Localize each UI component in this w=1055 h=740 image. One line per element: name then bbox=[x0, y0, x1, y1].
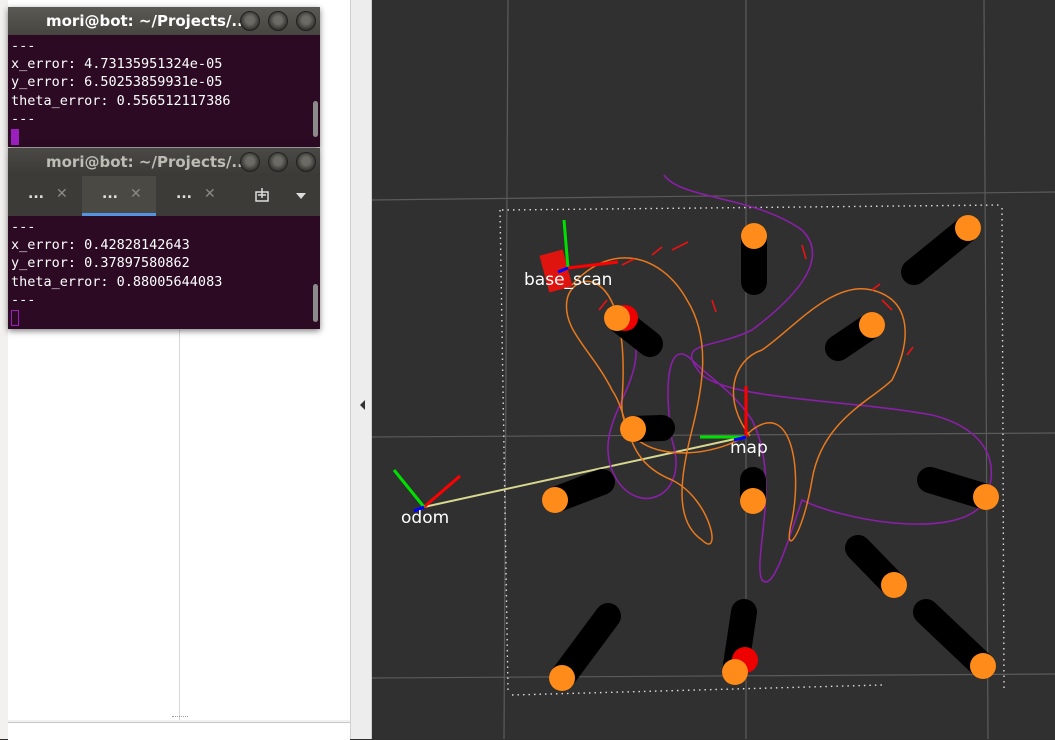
output-line: y_error: 0.37897580862 bbox=[11, 255, 190, 272]
base-scan-label: base_scan bbox=[524, 270, 613, 290]
terminal-2-titlebar[interactable]: mori@bot: ~/Projects/... bbox=[8, 148, 320, 176]
tab-close-icon[interactable]: ✕ bbox=[130, 186, 142, 202]
tab-label: ... bbox=[176, 186, 192, 202]
resize-grip[interactable] bbox=[172, 716, 188, 721]
terminal-tab[interactable]: ... ✕ bbox=[8, 176, 82, 216]
landmark bbox=[740, 467, 766, 514]
terminal-1-output[interactable]: --- x_error: 4.73135951324e-05 y_error: … bbox=[8, 35, 320, 146]
maximize-button[interactable] bbox=[268, 11, 288, 31]
terminal-cursor bbox=[11, 310, 19, 327]
terminal-tab-active[interactable]: ... ✕ bbox=[82, 176, 156, 216]
purple-trajectory bbox=[607, 174, 993, 583]
output-line: --- bbox=[11, 38, 36, 54]
output-line: theta_error: 0.556512117386 bbox=[11, 92, 231, 109]
terminal-scrollbar[interactable] bbox=[313, 101, 318, 137]
terminal-cursor bbox=[11, 129, 19, 146]
close-button[interactable] bbox=[296, 152, 316, 172]
odom-label: odom bbox=[401, 508, 450, 528]
close-button[interactable] bbox=[296, 11, 316, 31]
terminal-tab-bar: ... ✕ ... ✕ ... ✕ bbox=[8, 176, 320, 216]
output-line: --- bbox=[11, 219, 36, 235]
minimize-button[interactable] bbox=[240, 152, 260, 172]
landmark bbox=[542, 469, 615, 513]
terminal-window-1[interactable]: mori@bot: ~/Projects/... --- x_error: 4.… bbox=[8, 7, 320, 147]
map-frame bbox=[700, 386, 748, 442]
window-title: mori@bot: ~/Projects/... bbox=[46, 153, 249, 171]
column-divider bbox=[179, 330, 180, 720]
output-line: theta_error: 0.88005644083 bbox=[11, 273, 223, 290]
viewport-canvas bbox=[372, 0, 1055, 739]
landmark bbox=[901, 215, 981, 285]
terminal-scrollbar[interactable] bbox=[313, 284, 318, 322]
new-tab-icon[interactable] bbox=[254, 187, 270, 203]
chevron-down-icon[interactable] bbox=[296, 193, 306, 199]
terminal-2-output[interactable]: --- x_error: 0.42828142643 y_error: 0.37… bbox=[8, 216, 320, 327]
tab-close-icon[interactable]: ✕ bbox=[56, 186, 68, 202]
rviz-viewport[interactable]: base_scan map odom bbox=[372, 0, 1055, 739]
collapse-arrow-icon[interactable] bbox=[360, 400, 365, 410]
tab-label: ... bbox=[102, 186, 118, 202]
output-line: --- bbox=[11, 110, 36, 127]
terminal-tab[interactable]: ... ✕ bbox=[156, 176, 230, 216]
landmark bbox=[845, 535, 907, 598]
output-line: x_error: 4.73135951324e-05 bbox=[11, 56, 223, 73]
map-label: map bbox=[730, 438, 768, 458]
panel-splitter[interactable] bbox=[350, 0, 372, 739]
left-panel-bottom bbox=[8, 722, 350, 740]
landmark bbox=[722, 599, 758, 685]
terminal-1-titlebar[interactable]: mori@bot: ~/Projects/... bbox=[8, 7, 320, 35]
landmark bbox=[604, 305, 663, 357]
output-line: y_error: 6.50253859931e-05 bbox=[11, 74, 223, 91]
output-line: x_error: 0.42828142643 bbox=[11, 237, 190, 254]
landmark bbox=[741, 223, 767, 295]
odom-frame bbox=[392, 469, 461, 513]
tab-label: ... bbox=[28, 186, 44, 202]
landmark bbox=[549, 603, 621, 691]
maximize-button[interactable] bbox=[268, 152, 288, 172]
landmark bbox=[913, 599, 996, 679]
minimize-button[interactable] bbox=[240, 11, 260, 31]
terminal-window-2[interactable]: mori@bot: ~/Projects/... ... ✕ ... ✕ ...… bbox=[8, 148, 320, 329]
landmark bbox=[917, 467, 999, 510]
tab-close-icon[interactable]: ✕ bbox=[204, 186, 216, 202]
orange-trajectory bbox=[565, 257, 906, 545]
landmark bbox=[825, 312, 885, 361]
window-title: mori@bot: ~/Projects/... bbox=[46, 12, 249, 30]
landmark bbox=[620, 415, 675, 442]
output-line: --- bbox=[11, 291, 36, 308]
